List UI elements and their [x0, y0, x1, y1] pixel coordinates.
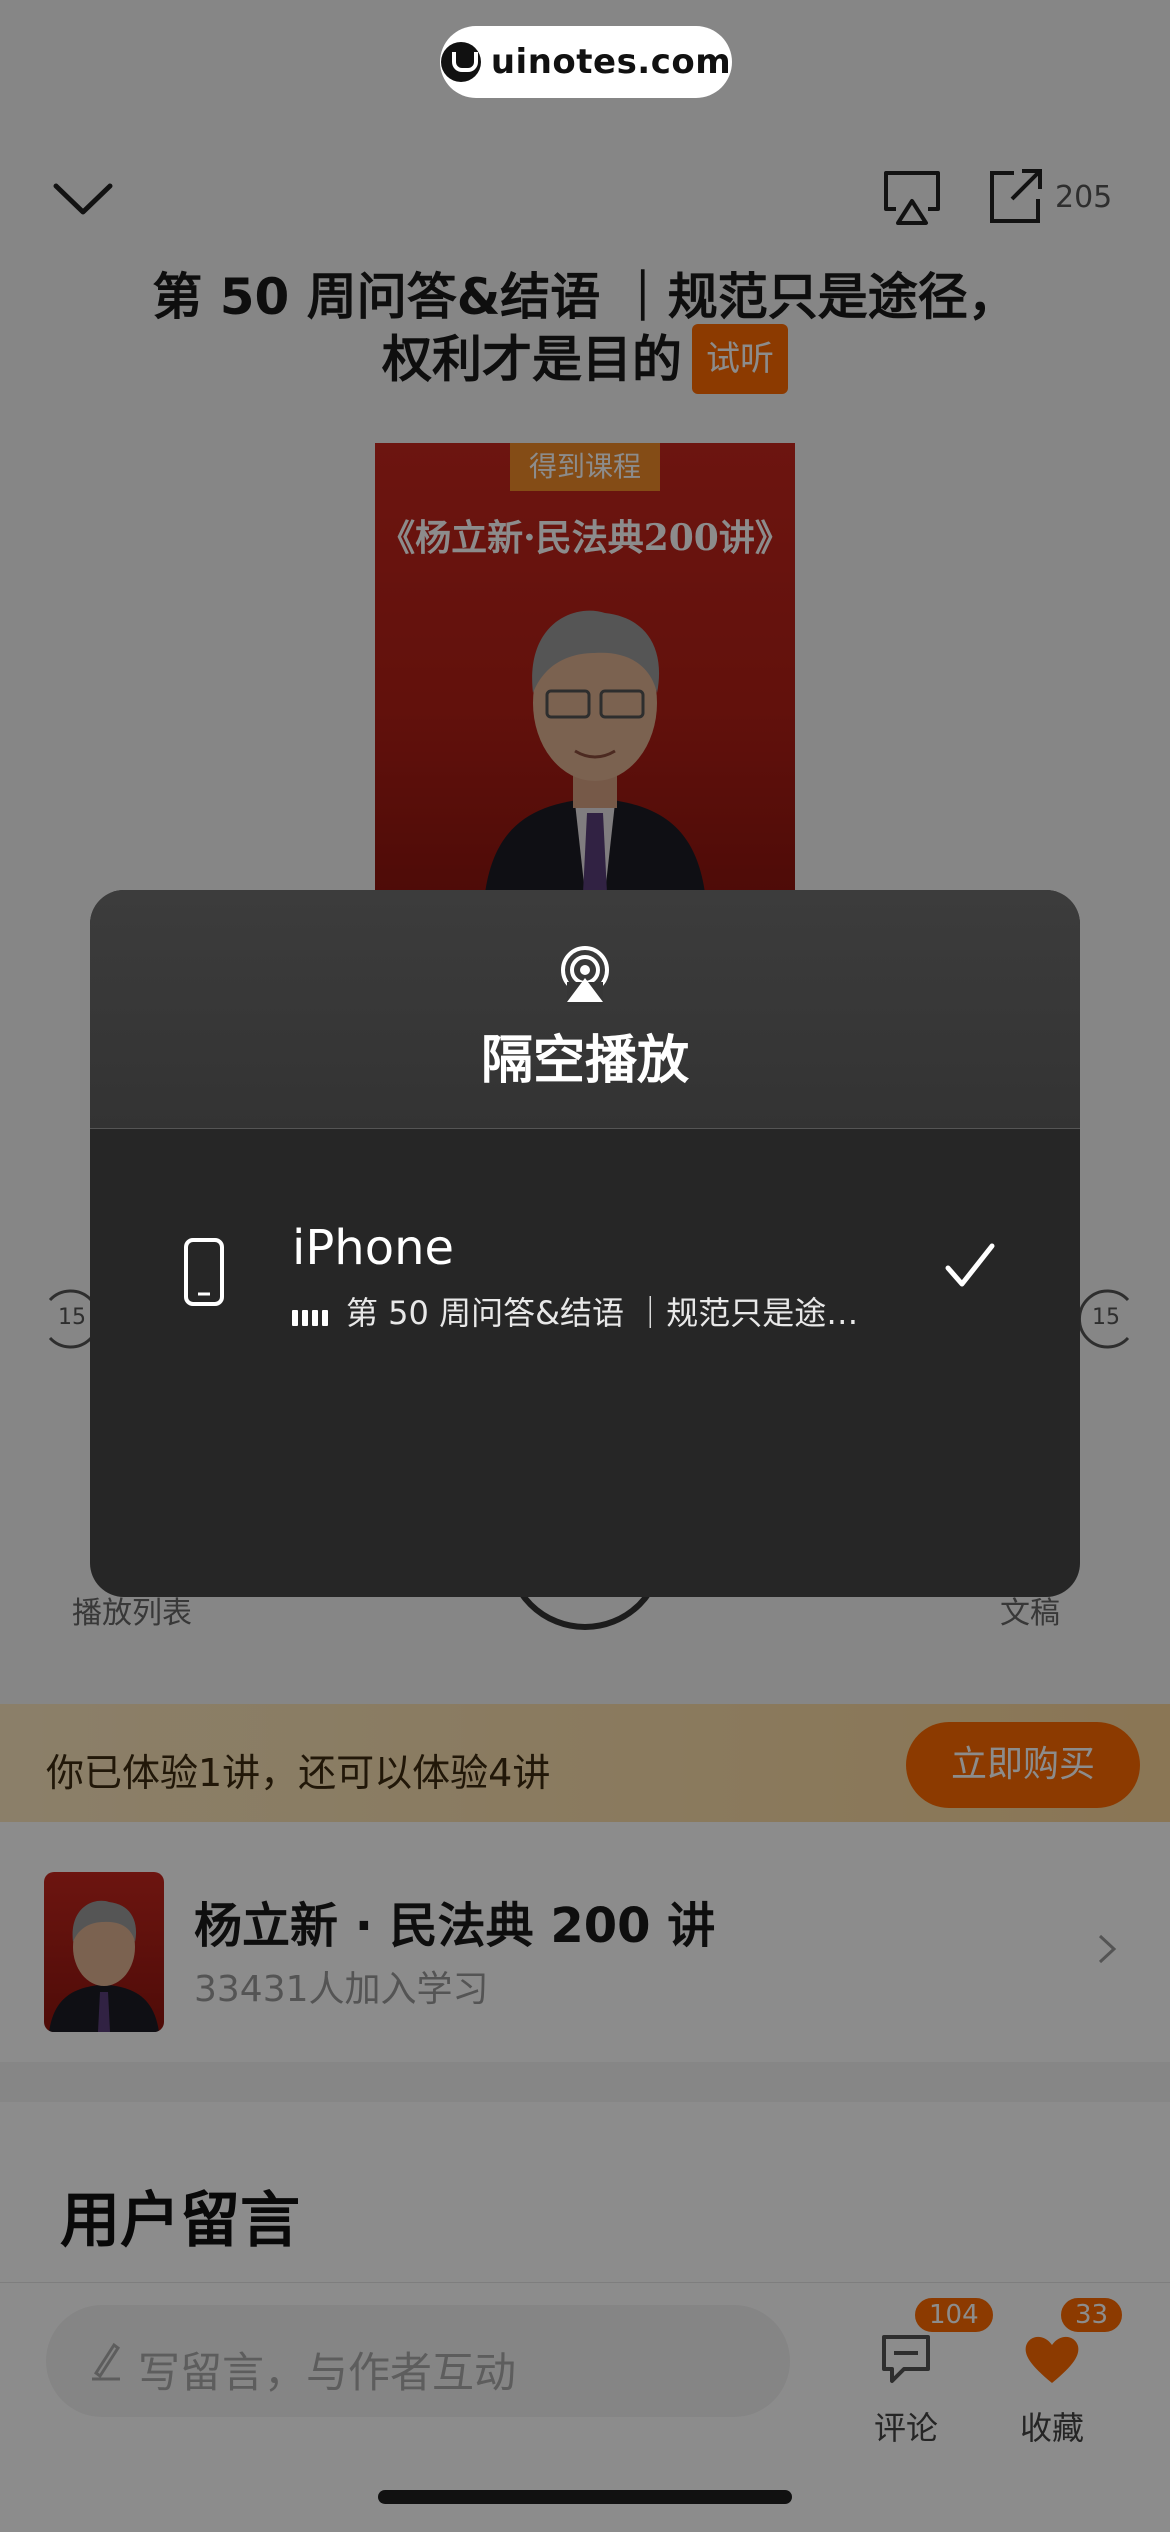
device-iphone-row[interactable]: iPhone 第 50 周问答&结语 ｜规范只是途… [90, 1128, 1080, 1358]
device-name: iPhone [292, 1220, 455, 1276]
home-indicator[interactable] [378, 2490, 792, 2504]
airplay-modal-header: 隔空播放 [90, 890, 1080, 1129]
checkmark-icon [945, 1243, 995, 1287]
airplay-audio-icon [561, 946, 609, 1006]
now-playing-line: 第 50 周问答&结语 ｜规范只是途… [292, 1288, 858, 1334]
watermark: uinotes.com [440, 26, 732, 98]
airplay-title: 隔空播放 [480, 1031, 689, 1091]
airplay-modal: 隔空播放 iPhone 第 50 周问答&结语 ｜规范只是途… [90, 890, 1080, 1597]
iphone-icon [184, 1238, 224, 1306]
now-playing-text: 第 50 周问答&结语 ｜规范只是途… [346, 1294, 859, 1332]
uinotes-logo-icon [440, 42, 481, 82]
audio-level-icon [292, 1296, 332, 1334]
watermark-text: uinotes.com [490, 42, 732, 82]
